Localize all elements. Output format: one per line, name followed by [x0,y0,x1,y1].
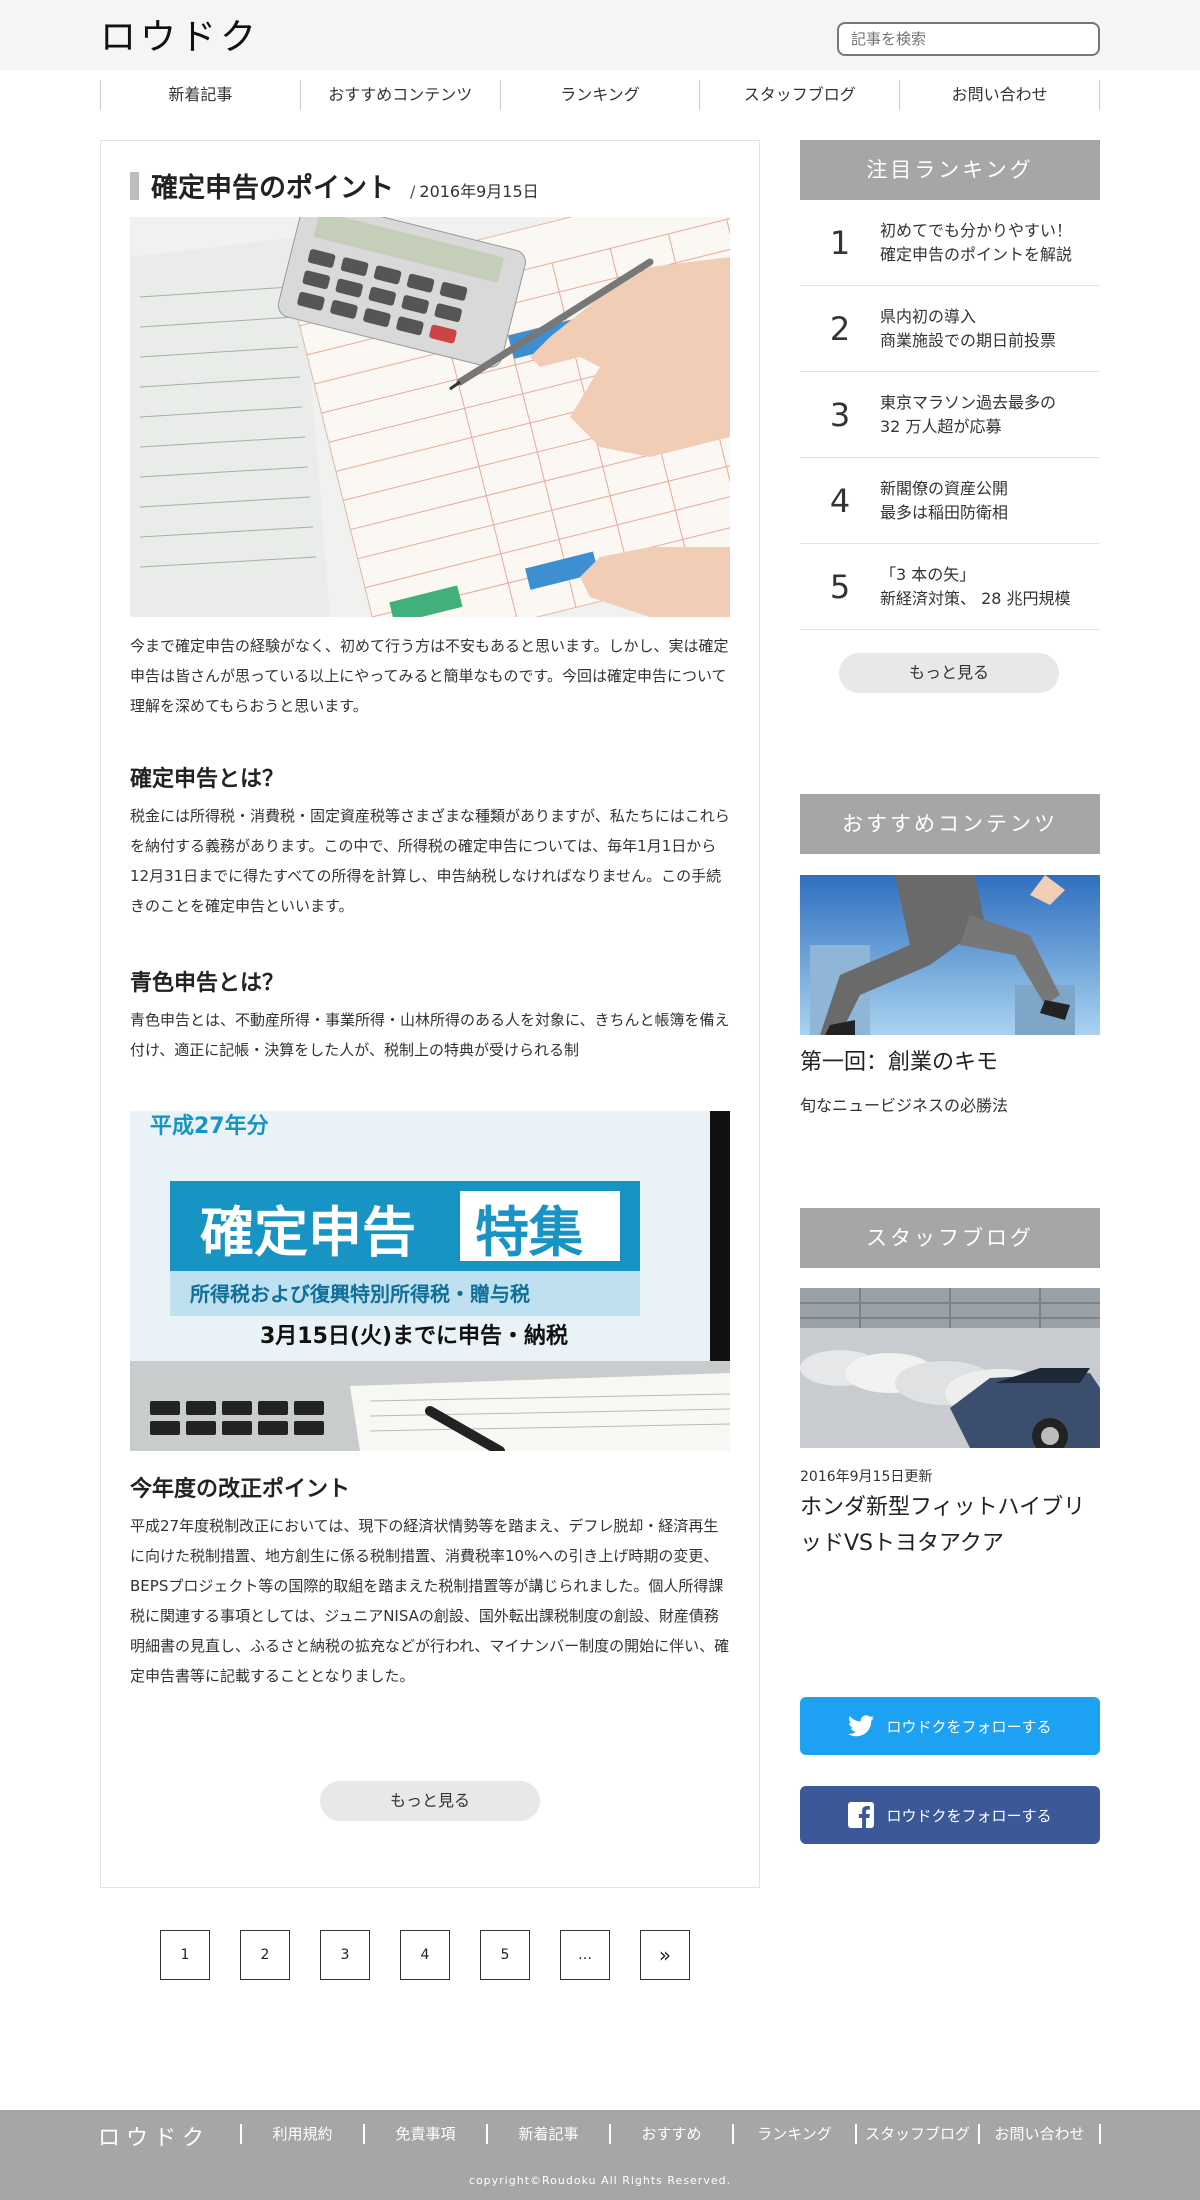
page-ellipsis-button[interactable]: … [560,1930,610,1980]
cars-photo[interactable] [800,1288,1100,1448]
footer-logo[interactable]: ロウドク [98,2120,210,2152]
section-body-kakutei: 税金には所得税・消費税・固定資産税等さまざまな種類がありますが、私たちにはこれら… [130,807,730,915]
staff-blog-heading: スタッフブログ [800,1208,1100,1268]
footer-link-contact[interactable]: お問い合わせ [978,2124,1101,2144]
page-button-3[interactable]: 3 [320,1930,370,1980]
blog-title[interactable]: ホンダ新型フィットハイブリッドVSトヨタアクア [800,1490,1100,1562]
page-button-2[interactable]: 2 [240,1930,290,1980]
article-more-button[interactable]: もっと見る [320,1781,540,1821]
footer-link-staff-blog[interactable]: スタッフブログ [855,2124,978,2144]
title-accent-bar [130,171,139,200]
cars-illustration [800,1288,1100,1448]
twitter-follow-label: ロウドクをフォローする [886,1717,1052,1736]
tax-form-photo [130,217,730,617]
article-header: 確定申告のポイント /2016年9月15日 [130,166,539,205]
section-body-kaisei: 平成27年度税制改正においては、現下の経済状情勢等を踏まえ、デフレ脱却・経済再生… [130,1517,730,1685]
tax-form-illustration [130,217,730,617]
date-separator: / [410,182,416,201]
recommend-subtitle: 旬なニュービジネスの必勝法 [800,1096,1009,1115]
site-footer: ロウドク 利用規約 免責事項 新着記事 おすすめ ランキング スタッフブログ お… [0,2110,1200,2200]
section-body-aoiro: 青色申告とは、不動産所得・事業所得・山林所得のある人を対象に、きちんと帳簿を備え… [130,1011,730,1059]
ranking-line-1: 初めてでも分かりやすい！ [880,220,1073,240]
page-button-1[interactable]: 1 [160,1930,210,1980]
facebook-follow-label: ロウドクをフォローする [886,1806,1052,1825]
ranking-line-1: 東京マラソン過去最多の [880,392,1057,412]
footer-link-ranking[interactable]: ランキング [732,2124,855,2144]
image2-tokushu-text: 特集 [475,1201,583,1264]
site-logo[interactable]: ロウドク [100,8,260,60]
ranking-number: 5 [829,567,851,606]
image2-deadline-text: 3月15日(火)までに申告・納税 [260,1323,568,1349]
ranking-line-1: 「3 本の矢」 [880,564,976,584]
ranking-more-button[interactable]: もっと見る [839,653,1059,693]
blog-date: 2016年9月15日更新 [800,1469,933,1485]
businessman-jump-photo[interactable] [800,875,1100,1035]
ranking-line-2: 商業施設での期日前投票 [880,330,1057,350]
ranking-line-2: 新経済対策、 28 兆円規模 [880,588,1071,608]
ranking-text: 「3 本の矢」 新経済対策、 28 兆円規模 [880,563,1071,611]
ranking-heading: 注目ランキング [800,140,1100,200]
twitter-bird-icon [848,1715,875,1737]
search-input[interactable] [837,22,1100,56]
nav-item-staff-blog[interactable]: スタッフブログ [700,80,901,110]
nav-item-contact[interactable]: お問い合わせ [900,80,1100,110]
ranking-item-4[interactable]: 4 新閣僚の資産公開 最多は稲田防衛相 [800,458,1100,544]
recommend-title[interactable]: 第一回：創業のキモ [800,1045,1100,1081]
ranking-text: 初めてでも分かりやすい！ 確定申告のポイントを解説 [880,219,1072,267]
ranking-line-1: 県内初の導入 [880,306,977,326]
image2-kakutei-text: 確定申告 [200,1201,416,1264]
ranking-item-3[interactable]: 3 東京マラソン過去最多の 32 万人超が応募 [800,372,1100,458]
ranking-line-2: 32 万人超が応募 [880,416,1002,436]
twitter-follow-button[interactable]: ロウドクをフォローする [800,1697,1100,1755]
ranking-item-5[interactable]: 5 「3 本の矢」 新経済対策、 28 兆円規模 [800,544,1100,630]
recommend-heading: おすすめコンテンツ [800,794,1100,854]
facebook-follow-button[interactable]: ロウドクをフォローする [800,1786,1100,1844]
ranking-line-2: 確定申告のポイントを解説 [880,244,1073,264]
ranking-line-1: 新閣僚の資産公開 [880,478,1009,498]
site-header: ロウドク [0,0,1200,70]
pagination: 1 2 3 4 5 … » [160,1930,690,1980]
ranking-number: 3 [829,395,851,434]
page-next-button[interactable]: » [640,1930,690,1980]
section-heading-kaisei: 今年度の改正ポイント [130,1476,351,1502]
laptop-illustration: 平成27年分 確定申告 特集 所得税および復興特別所得税・贈与税 3月15日(火… [130,1111,730,1451]
footer-nav: 利用規約 免責事項 新着記事 おすすめ ランキング スタッフブログ お問い合わせ [240,2124,1101,2144]
ranking-item-2[interactable]: 2 県内初の導入 商業施設での期日前投票 [800,286,1100,372]
article-intro: 今まで確定申告の経験がなく、初めて行う方は不安もあると思います。しかし、実は確定… [130,637,729,715]
image2-tax-types-text: 所得税および復興特別所得税・贈与税 [190,1282,530,1306]
section-heading-kakutei: 確定申告とは？ [130,766,285,792]
article-card: 確定申告のポイント /2016年9月15日 今まで確定申告の経験がなく、初めて行… [100,140,760,1888]
article-date: 2016年9月15日 [419,182,539,201]
ranking-line-2: 最多は稲田防衛相 [880,502,1009,522]
ranking-list: 1 初めてでも分かりやすい！ 確定申告のポイントを解説 2 県内初の導入 商業施… [800,200,1100,630]
article-date-wrap: /2016年9月15日 [410,178,539,202]
businessman-illustration [800,875,1100,1035]
ranking-number: 4 [829,481,851,520]
page-button-5[interactable]: 5 [480,1930,530,1980]
ranking-number: 1 [829,223,851,262]
article-title: 確定申告のポイント [151,173,394,204]
nav-item-recommended[interactable]: おすすめコンテンツ [301,80,501,110]
global-nav: 新着記事 おすすめコンテンツ ランキング スタッフブログ お問い合わせ [100,80,1100,110]
laptop-tax-photo: 平成27年分 確定申告 特集 所得税および復興特別所得税・贈与税 3月15日(火… [130,1111,730,1451]
footer-link-recommended[interactable]: おすすめ [609,2124,732,2144]
section-heading-aoiro: 青色申告とは？ [130,970,285,996]
copyright-text: copyright©Roudoku All Rights Reserved. [468,2174,732,2187]
footer-link-disclaimer[interactable]: 免責事項 [363,2124,486,2144]
ranking-text: 東京マラソン過去最多の 32 万人超が応募 [880,391,1056,439]
nav-item-ranking[interactable]: ランキング [501,80,701,110]
ranking-text: 新閣僚の資産公開 最多は稲田防衛相 [880,477,1008,525]
page-button-4[interactable]: 4 [400,1930,450,1980]
nav-item-new-articles[interactable]: 新着記事 [101,80,301,110]
ranking-text: 県内初の導入 商業施設での期日前投票 [880,305,1056,353]
ranking-number: 2 [829,309,851,348]
footer-link-new-articles[interactable]: 新着記事 [486,2124,609,2144]
footer-link-terms[interactable]: 利用規約 [240,2124,363,2144]
facebook-f-icon [848,1802,875,1828]
image2-year-text: 平成27年分 [150,1113,269,1139]
ranking-item-1[interactable]: 1 初めてでも分かりやすい！ 確定申告のポイントを解説 [800,200,1100,286]
